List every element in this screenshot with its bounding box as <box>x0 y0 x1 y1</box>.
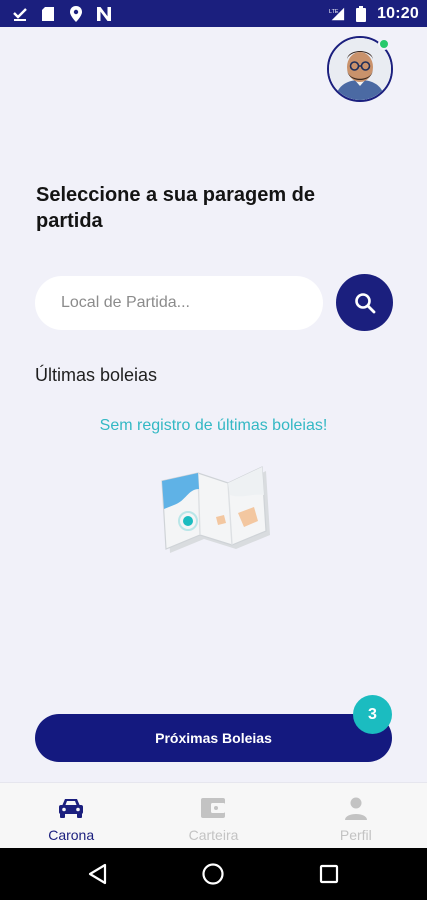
battery-icon <box>353 5 369 22</box>
online-status-indicator <box>378 38 390 50</box>
recents-button[interactable] <box>309 854 349 894</box>
nav-label-carteira: Carteira <box>188 827 239 843</box>
nav-item-carona[interactable]: Carona <box>0 783 142 848</box>
departure-search-input[interactable] <box>35 276 323 330</box>
nav-label-perfil: Perfil <box>339 827 372 843</box>
sd-card-icon <box>40 6 56 22</box>
home-button[interactable] <box>193 854 233 894</box>
upcoming-rides-button[interactable]: Próximas Boleias <box>35 714 392 762</box>
recent-rides-title: Últimas boleias <box>35 365 158 385</box>
signal-lte-icon: LTE <box>329 6 345 22</box>
page-title: Seleccione a sua paragem de partida <box>36 184 316 232</box>
back-icon <box>88 863 106 885</box>
check-download-icon <box>12 6 28 22</box>
bottom-nav: Carona Carteira Perfil <box>0 782 427 848</box>
car-icon <box>57 795 85 821</box>
empty-state-message: Sem registro de últimas boleias! <box>99 417 328 434</box>
nav-label-carona: Carona <box>48 827 95 843</box>
recents-icon <box>320 864 339 884</box>
wallet-icon <box>199 795 227 821</box>
system-nav-bar <box>0 848 427 900</box>
home-icon <box>202 863 225 885</box>
search-button[interactable] <box>336 274 393 331</box>
status-time: 10:20 <box>377 4 419 22</box>
status-bar: LTE 10:20 <box>0 0 427 27</box>
n-app-icon <box>96 6 112 22</box>
status-icons-left <box>12 5 112 22</box>
search-icon <box>354 292 375 313</box>
folded-map-icon <box>158 465 274 561</box>
nav-item-perfil[interactable]: Perfil <box>285 783 427 848</box>
status-icons-right: LTE 10:20 <box>329 5 419 23</box>
svg-text:LTE: LTE <box>329 9 339 15</box>
upcoming-rides-count-badge: 3 <box>353 695 392 734</box>
person-icon <box>342 795 370 821</box>
nav-item-carteira[interactable]: Carteira <box>142 783 284 848</box>
location-pin-icon <box>68 5 84 22</box>
back-button[interactable] <box>78 854 118 894</box>
